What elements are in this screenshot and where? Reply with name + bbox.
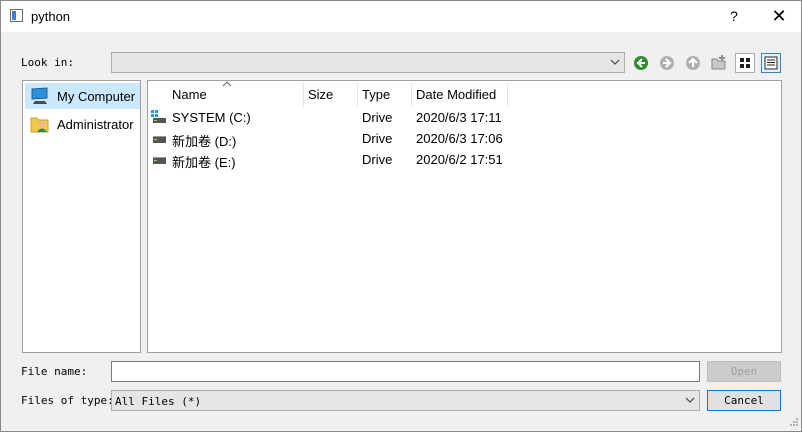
file-name: 新加卷 (D:): [172, 134, 237, 149]
help-button[interactable]: ?: [719, 1, 749, 32]
drive-icon: [153, 136, 166, 143]
system-drive-icon: [151, 110, 166, 123]
drive-icon: [153, 157, 166, 164]
sidebar-item-label: Administrator: [57, 117, 134, 132]
places-sidebar: My Computer Administrator: [22, 80, 141, 353]
resize-grip-icon[interactable]: [787, 415, 799, 427]
table-row[interactable]: SYSTEM (C:) Drive 2020/6/3 17:11: [148, 107, 508, 128]
window-title: python: [31, 9, 71, 24]
user-folder-icon: [30, 117, 49, 133]
file-modified: 2020/6/3 17:11: [416, 110, 502, 125]
close-button[interactable]: ✕: [761, 1, 797, 32]
column-header-type[interactable]: Type: [358, 81, 412, 107]
back-arrow-icon: [634, 56, 648, 70]
file-modified: 2020/6/2 17:51: [416, 152, 503, 167]
table-row[interactable]: 新加卷 (D:) Drive 2020/6/3 17:06: [148, 128, 508, 149]
up-button[interactable]: [683, 53, 703, 73]
file-name-input[interactable]: [111, 361, 700, 382]
column-separator: [507, 83, 508, 107]
column-header-name[interactable]: Name: [168, 81, 304, 107]
column-label: Name: [172, 87, 207, 102]
sidebar-item-label: My Computer: [57, 89, 136, 104]
list-view-button[interactable]: [735, 53, 755, 73]
sidebar-item-administrator[interactable]: Administrator: [25, 111, 140, 137]
column-label: Size: [308, 87, 334, 102]
list-view-icon: [740, 58, 750, 68]
detail-view-icon: [764, 56, 778, 70]
column-label: Type: [362, 87, 391, 102]
back-button[interactable]: [631, 53, 651, 73]
file-type: Drive: [362, 131, 393, 146]
new-folder-button[interactable]: [709, 53, 729, 73]
sidebar-item-my-computer[interactable]: My Computer: [25, 83, 140, 109]
file-type-label: Files of type:: [21, 394, 114, 407]
file-type-value: All Files (*): [115, 395, 202, 408]
file-name: SYSTEM (C:): [172, 110, 251, 125]
column-header-size[interactable]: Size: [304, 81, 358, 107]
file-type: Drive: [362, 152, 393, 167]
file-name: 新加卷 (E:): [172, 155, 236, 170]
file-type-combo[interactable]: All Files (*): [111, 390, 700, 411]
cancel-button[interactable]: Cancel: [707, 390, 781, 411]
chevron-down-icon: [610, 59, 620, 65]
column-header-date-modified[interactable]: Date Modified: [412, 81, 508, 107]
file-type: Drive: [362, 110, 393, 125]
chevron-down-icon: [685, 397, 695, 403]
app-icon: [10, 9, 23, 22]
file-modified: 2020/6/3 17:06: [416, 131, 503, 146]
look-in-label: Look in:: [21, 56, 74, 69]
up-arrow-icon: [686, 56, 700, 70]
file-list[interactable]: Name Size Type Date Modified SYSTEM (C:)…: [147, 80, 782, 353]
open-button[interactable]: Open: [707, 361, 781, 382]
file-name-label: File name:: [21, 365, 88, 378]
forward-arrow-icon: [660, 56, 674, 70]
file-dialog: python ? ✕ Look in: My Computer Administ…: [0, 0, 802, 432]
new-folder-icon: [711, 55, 726, 70]
forward-button[interactable]: [657, 53, 677, 73]
title-bar: python ? ✕: [1, 1, 801, 32]
column-label: Date Modified: [416, 87, 497, 102]
sort-ascending-icon: [222, 81, 232, 87]
detail-view-button[interactable]: [761, 53, 781, 73]
look-in-combo[interactable]: [111, 52, 625, 73]
computer-icon: [31, 87, 48, 104]
table-row[interactable]: 新加卷 (E:) Drive 2020/6/2 17:51: [148, 149, 508, 170]
